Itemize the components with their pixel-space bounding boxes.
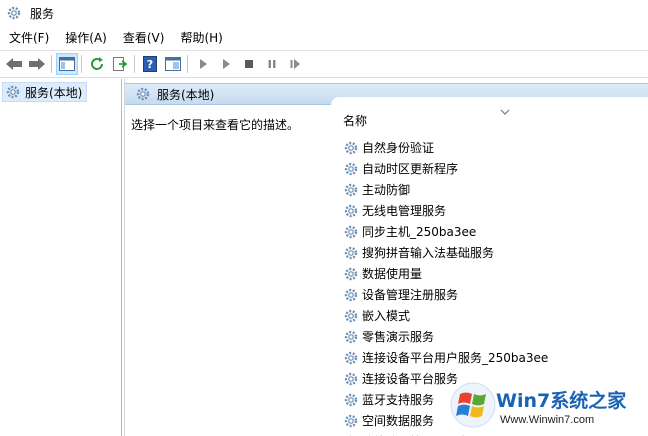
service-name: 无线电管理服务 <box>362 204 447 218</box>
stop-button[interactable] <box>238 53 260 75</box>
back-icon <box>5 58 22 70</box>
export-list-button[interactable] <box>109 53 131 75</box>
service-name: 自动时区更新程序 <box>362 162 459 176</box>
description-text: 选择一个项目来查看它的描述。 <box>131 118 300 132</box>
windows-logo-icon <box>450 382 496 428</box>
properties-icon <box>164 57 181 71</box>
service-gear-icon <box>344 288 358 301</box>
service-row[interactable]: 零售演示服务 <box>331 326 648 347</box>
menu-file[interactable]: 文件(F) <box>0 28 57 48</box>
service-row[interactable]: 主动防御 <box>331 179 648 200</box>
menu-help[interactable]: 帮助(H) <box>172 28 230 48</box>
service-name: 连接设备平台服务 <box>362 372 459 386</box>
console-tree: 服务(本地) <box>0 79 122 436</box>
service-gear-icon <box>344 267 358 280</box>
service-name: 同步主机_250ba3ee <box>362 225 477 239</box>
service-gear-icon <box>344 246 358 259</box>
tree-item-services-local[interactable]: 服务(本地) <box>2 82 88 102</box>
service-name: 零售演示服务 <box>362 330 435 344</box>
pause-icon <box>268 60 275 68</box>
service-name: 空间数据服务 <box>362 414 435 428</box>
show-tree-icon <box>58 57 75 71</box>
show-tree-button[interactable] <box>55 53 78 75</box>
watermark-brand: Win7系统之家 <box>496 390 627 412</box>
service-name: 蓝牙支持服务 <box>362 393 435 407</box>
export-list-icon <box>112 57 127 71</box>
service-row[interactable]: 搜狗拼音输入法基础服务 <box>331 242 648 263</box>
restart-icon <box>290 59 300 69</box>
window-title: 服务 <box>30 6 55 21</box>
service-row[interactable]: 嵌入模式 <box>331 305 648 326</box>
svg-text:?: ? <box>146 58 152 71</box>
service-gear-icon <box>344 225 358 238</box>
refresh-button[interactable] <box>86 53 108 75</box>
service-name: 主动防御 <box>362 183 411 197</box>
toolbar: ? <box>0 50 648 78</box>
chevron-down-icon <box>500 109 510 115</box>
restart-button[interactable] <box>284 53 306 75</box>
service-row[interactable]: 同步主机_250ba3ee <box>331 221 648 242</box>
help-button[interactable]: ? <box>139 53 161 75</box>
pane-header-label: 服务(本地) <box>157 87 215 102</box>
service-row[interactable]: 无线电管理服务 <box>331 200 648 221</box>
service-name: 嵌入模式 <box>362 309 411 323</box>
service-row[interactable]: 自然身份验证 <box>331 137 648 158</box>
menu-action[interactable]: 操作(A) <box>57 28 115 48</box>
toolbar-separator <box>81 55 82 73</box>
service-gear-icon <box>344 393 358 406</box>
toolbar-separator <box>134 55 135 73</box>
toolbar-separator <box>51 55 52 73</box>
service-gear-icon <box>344 351 358 364</box>
service-name: 设备管理注册服务 <box>362 288 459 302</box>
column-header-name[interactable]: 名称 <box>331 109 648 131</box>
stop-icon <box>244 60 253 68</box>
service-gear-icon <box>344 414 358 427</box>
start-alt-button[interactable] <box>215 53 237 75</box>
help-icon: ? <box>142 56 157 72</box>
start-alt-icon <box>222 59 230 69</box>
service-gear-icon <box>344 372 358 385</box>
tree-item-label: 服务(本地) <box>25 85 83 100</box>
service-gear-icon <box>344 162 358 175</box>
service-row[interactable]: 设备管理注册服务 <box>331 284 648 305</box>
watermark-url: Www.Winwin7.com <box>500 414 595 426</box>
menu-bar: 文件(F) 操作(A) 查看(V) 帮助(H) <box>0 28 648 48</box>
watermark: Win7系统之家 Www.Winwin7.com <box>448 376 648 436</box>
description-area: 选择一个项目来查看它的描述。 <box>125 106 331 436</box>
service-row[interactable]: 数据使用量 <box>331 263 648 284</box>
service-name: 搜狗拼音输入法基础服务 <box>362 246 495 260</box>
start-button[interactable] <box>192 53 214 75</box>
service-row[interactable]: 自动时区更新程序 <box>331 158 648 179</box>
pause-button[interactable] <box>261 53 283 75</box>
forward-button[interactable] <box>26 53 48 75</box>
service-name: 数据使用量 <box>362 267 423 281</box>
services-gear-icon <box>136 87 150 101</box>
service-name: 连接设备平台用户服务_250ba3ee <box>362 351 549 365</box>
service-name: 自然身份验证 <box>362 141 435 155</box>
service-row[interactable]: 连接设备平台用户服务_250ba3ee <box>331 347 648 368</box>
column-name-label: 名称 <box>343 113 368 128</box>
toolbar-separator <box>187 55 188 73</box>
back-button[interactable] <box>3 53 25 75</box>
properties-button[interactable] <box>162 53 184 75</box>
services-gear-icon <box>7 6 21 20</box>
service-gear-icon <box>344 309 358 322</box>
start-icon <box>199 59 207 69</box>
menu-view[interactable]: 查看(V) <box>115 28 173 48</box>
services-gear-icon <box>6 85 20 99</box>
service-gear-icon <box>344 330 358 343</box>
refresh-icon <box>90 57 103 70</box>
forward-icon <box>28 58 45 70</box>
service-gear-icon <box>344 204 358 217</box>
service-gear-icon <box>344 141 358 154</box>
service-gear-icon <box>344 183 358 196</box>
title-bar: 服务 <box>0 0 648 26</box>
